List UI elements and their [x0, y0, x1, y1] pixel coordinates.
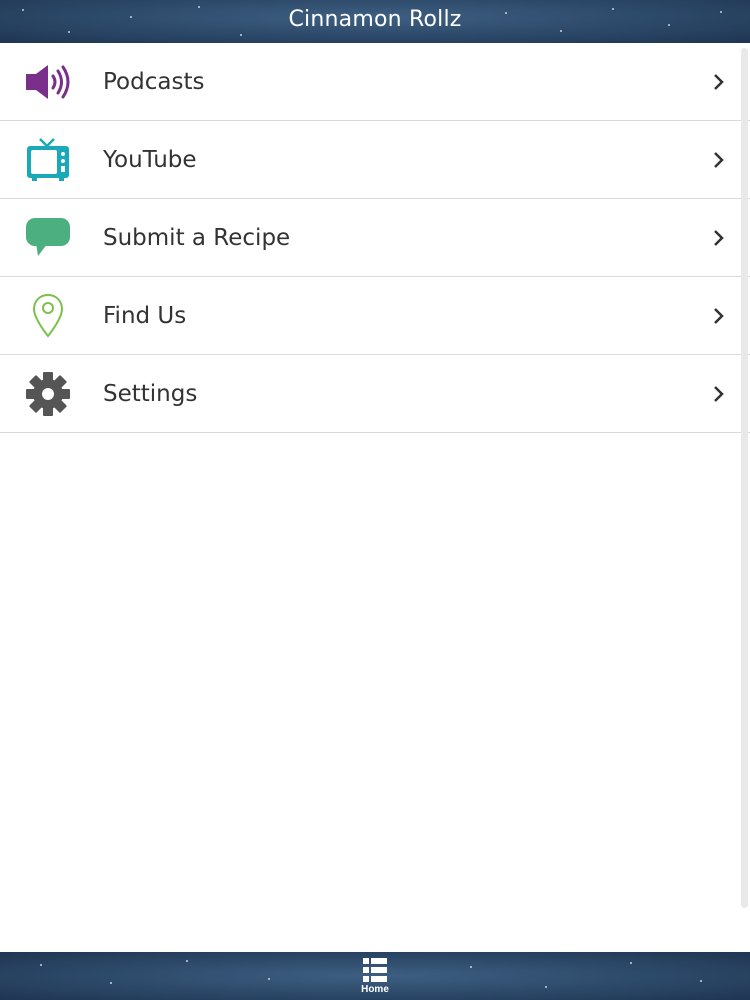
- tab-home[interactable]: Home: [345, 954, 405, 998]
- menu-item-label: Find Us: [103, 303, 187, 329]
- gear-icon: [24, 371, 72, 417]
- background-star: [545, 986, 547, 988]
- background-star: [630, 962, 632, 964]
- menu-item-label: Submit a Recipe: [103, 225, 291, 251]
- background-star: [268, 978, 270, 980]
- menu-item-label: YouTube: [103, 147, 197, 173]
- menu-item-settings[interactable]: Settings: [0, 355, 750, 433]
- tv-icon: [24, 137, 72, 183]
- chat-bubble-icon: [24, 215, 72, 261]
- background-star: [470, 966, 472, 968]
- main-menu-list: Podcasts YouTube Submit a Recipe Find Us…: [0, 43, 750, 433]
- menu-item-podcasts[interactable]: Podcasts: [0, 43, 750, 121]
- menu-item-label: Podcasts: [103, 69, 205, 95]
- menu-item-youtube[interactable]: YouTube: [0, 121, 750, 199]
- map-pin-icon: [24, 293, 72, 339]
- menu-item-label: Settings: [103, 381, 198, 407]
- top-navigation-bar: Cinnamon Rollz: [0, 0, 750, 43]
- background-star: [110, 982, 112, 984]
- menu-item-submit-recipe[interactable]: Submit a Recipe: [0, 199, 750, 277]
- background-star: [700, 980, 702, 982]
- chevron-right-icon: [714, 74, 724, 90]
- list-menu-icon: [363, 958, 387, 982]
- background-star: [240, 34, 242, 36]
- app-root: Cinnamon Rollz Podcasts YouTube Submit a…: [0, 0, 750, 1000]
- chevron-right-icon: [714, 152, 724, 168]
- speaker-icon: [24, 59, 72, 105]
- menu-item-find-us[interactable]: Find Us: [0, 277, 750, 355]
- background-star: [40, 964, 42, 966]
- tab-home-label: Home: [361, 984, 389, 995]
- chevron-right-icon: [714, 386, 724, 402]
- chevron-right-icon: [714, 308, 724, 324]
- app-title: Cinnamon Rollz: [288, 7, 462, 32]
- chevron-right-icon: [714, 230, 724, 246]
- bottom-tab-bar: Home: [0, 952, 750, 1000]
- background-star: [186, 960, 188, 962]
- scrollbar[interactable]: [741, 48, 748, 908]
